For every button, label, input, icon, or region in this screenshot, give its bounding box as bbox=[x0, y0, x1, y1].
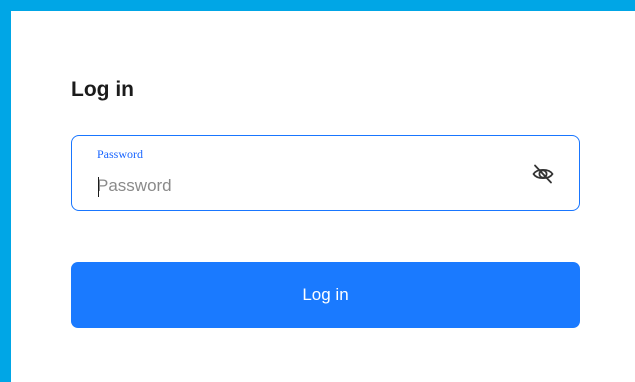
text-caret bbox=[98, 177, 99, 197]
page-title: Log in bbox=[71, 78, 134, 101]
password-field[interactable]: Password bbox=[71, 135, 580, 211]
login-button[interactable]: Log in bbox=[71, 262, 580, 328]
toggle-password-visibility-button[interactable] bbox=[530, 161, 556, 187]
login-frame: Log in Password Log in bbox=[0, 0, 635, 382]
password-input[interactable] bbox=[97, 173, 517, 199]
eye-off-icon bbox=[530, 161, 556, 187]
password-field-label: Password bbox=[97, 147, 144, 161]
